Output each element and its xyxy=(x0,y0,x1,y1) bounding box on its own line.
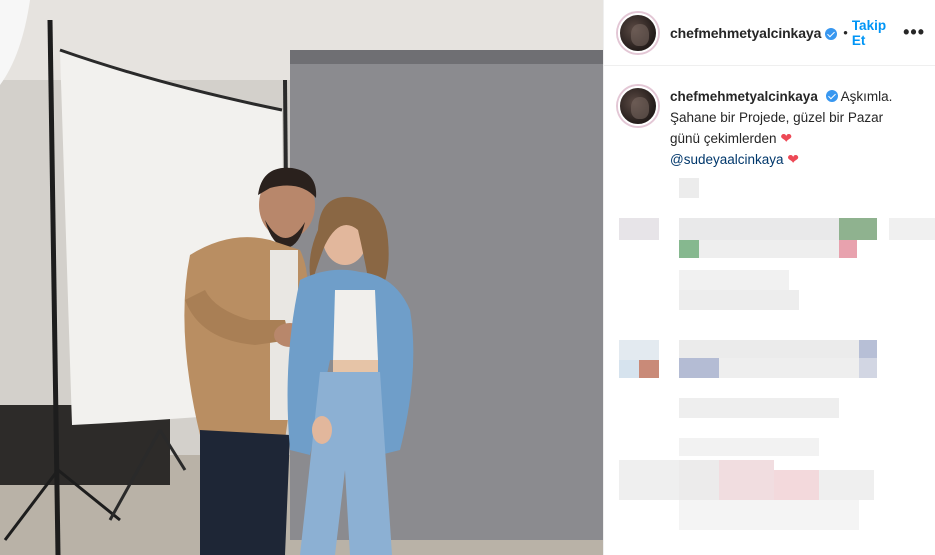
profile-avatar[interactable] xyxy=(618,12,658,53)
caption-line-1: Aşkımla. xyxy=(840,89,893,104)
caption-line-2: Şahane bir Projede, güzel bir Pazar xyxy=(670,110,884,125)
more-options-icon[interactable]: ••• xyxy=(903,22,925,43)
separator-dot: • xyxy=(843,25,848,40)
caption: chefmehmetyalcinkaya Aşkımla. Şahane bir… xyxy=(604,66,935,170)
heart-emoji-icon-2: ❤ xyxy=(787,151,800,167)
caption-avatar[interactable] xyxy=(618,86,658,126)
follow-button[interactable]: Takip Et xyxy=(852,18,903,48)
heart-emoji-icon: ❤ xyxy=(780,130,793,146)
post-username[interactable]: chefmehmetyalcinkaya xyxy=(670,25,821,41)
post-sidebar: chefmehmetyalcinkaya • Takip Et ••• chef… xyxy=(603,0,935,555)
mention-link[interactable]: @sudeyaalcinkaya xyxy=(670,152,784,167)
photo-scene xyxy=(0,0,603,555)
caption-text: chefmehmetyalcinkaya Aşkımla. Şahane bir… xyxy=(670,86,910,170)
post-photo[interactable] xyxy=(0,0,603,555)
post-header: chefmehmetyalcinkaya • Takip Et ••• xyxy=(604,0,935,66)
verified-badge-icon xyxy=(825,27,838,40)
caption-username[interactable]: chefmehmetyalcinkaya xyxy=(670,89,818,104)
caption-verified-badge-icon xyxy=(825,90,838,102)
pixelated-comments xyxy=(604,170,935,555)
caption-line-3: günü çekimlerden xyxy=(670,131,777,146)
